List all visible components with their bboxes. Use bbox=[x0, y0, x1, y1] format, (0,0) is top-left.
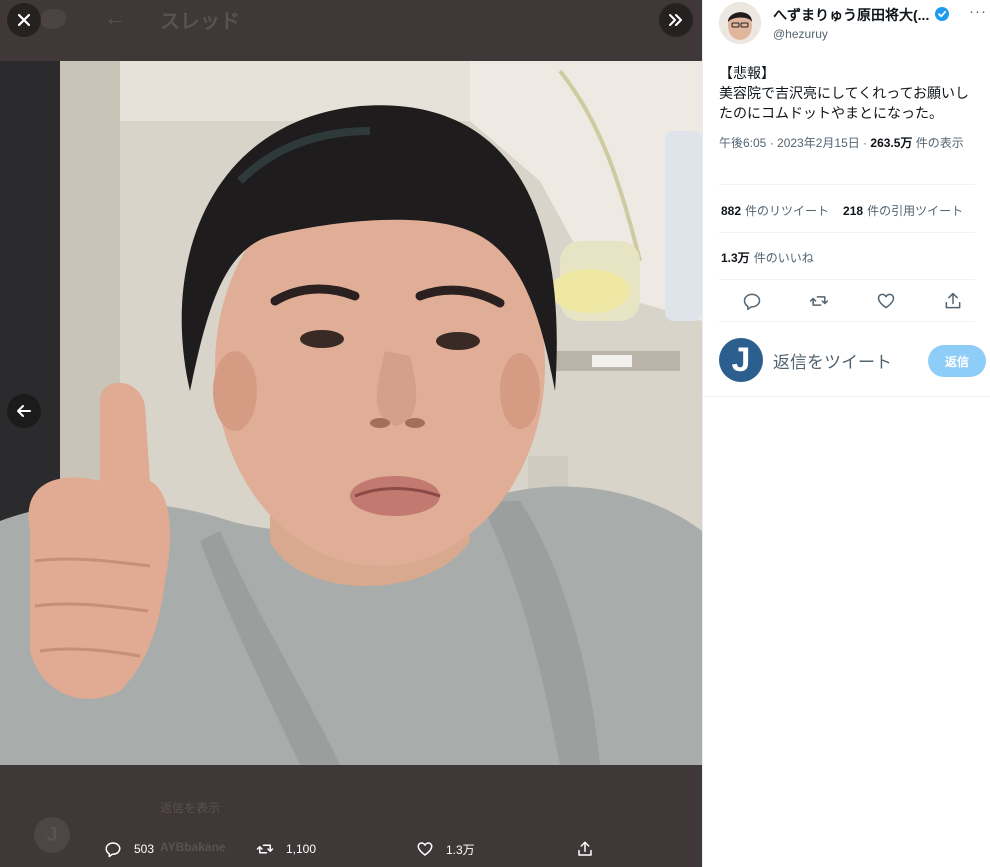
quotes-label: 件の引用ツイート bbox=[867, 204, 964, 218]
tweet-text-line: 美容院で吉沢亮にしてくれってお願いしたのにコムドットやまとになった。 bbox=[719, 85, 970, 121]
background-back-arrow: ← bbox=[104, 5, 126, 30]
more-options-icon[interactable]: ··· bbox=[969, 3, 987, 20]
close-viewer-button[interactable] bbox=[7, 3, 41, 37]
reply-icon bbox=[743, 293, 761, 311]
tweet-text-line: 【悲報】 bbox=[719, 65, 775, 81]
reply-submit-button[interactable]: 返信 bbox=[928, 345, 986, 377]
verified-badge-icon bbox=[935, 7, 949, 21]
double-chevron-right-icon bbox=[669, 14, 682, 26]
like-button[interactable] bbox=[876, 291, 896, 311]
tweet-action-bar bbox=[719, 288, 975, 314]
media-reply-button[interactable]: 503 bbox=[104, 840, 154, 858]
twitter-bird-icon bbox=[40, 9, 66, 29]
retweet-icon bbox=[256, 844, 274, 854]
heart-icon bbox=[417, 842, 433, 856]
arrow-left-icon bbox=[17, 405, 31, 417]
retweets-stat[interactable]: 882 件のリツイート bbox=[721, 204, 829, 218]
tweet-photo bbox=[0, 61, 702, 765]
tweet-detail-panel: へずまりゅう原田将大(... @hezuruy ··· 【悲報】 美容院で吉沢亮… bbox=[702, 0, 990, 867]
media-retweet-button[interactable]: 1,100 bbox=[256, 840, 316, 858]
author-handle[interactable]: @hezuruy bbox=[773, 27, 828, 41]
reply-input[interactable]: 返信をツイート bbox=[773, 348, 913, 373]
tweet-meta: 午後6:05 · 2023年2月15日 · 263.5万 件の表示 bbox=[719, 134, 981, 153]
retweets-count: 882 bbox=[721, 204, 742, 218]
divider bbox=[719, 279, 975, 280]
background-thread-title: スレッド bbox=[160, 11, 240, 33]
divider bbox=[703, 396, 990, 397]
author-display-name[interactable]: へずまりゅう原田将大(... bbox=[773, 5, 929, 25]
media-action-bar: 503 1,100 1.3万 bbox=[0, 830, 702, 867]
retweet-icon bbox=[809, 296, 829, 306]
stats-likes-row: 1.3万 件のいいね bbox=[721, 249, 814, 266]
retweet-button[interactable] bbox=[809, 291, 829, 311]
likes-label: 件のいいね bbox=[753, 251, 814, 265]
stats-retweets-row: 882 件のリツイート 218 件の引用ツイート bbox=[721, 202, 963, 219]
expand-thread-button[interactable] bbox=[659, 3, 693, 37]
share-icon bbox=[945, 292, 961, 309]
media-reply-count: 503 bbox=[134, 842, 155, 856]
tweet-timestamp[interactable]: 午後6:05 · 2023年2月15日 · bbox=[719, 136, 870, 150]
heart-icon bbox=[877, 293, 895, 309]
media-viewer: ← スレッド 返信を表示 J AYBbakane 503 1,100 1.3万 bbox=[0, 0, 702, 867]
media-retweet-count: 1,100 bbox=[286, 842, 317, 856]
tweet-views-label: 件の表示 bbox=[912, 136, 964, 150]
reply-button[interactable] bbox=[742, 291, 762, 311]
media-like-button[interactable]: 1.3万 bbox=[416, 840, 475, 858]
quotes-stat[interactable]: 218 件の引用ツイート bbox=[843, 204, 963, 218]
background-ghost-line: 返信を表示 bbox=[160, 801, 221, 815]
current-user-avatar[interactable]: J bbox=[719, 338, 763, 382]
close-icon bbox=[17, 13, 31, 27]
media-share-button[interactable] bbox=[576, 840, 606, 858]
media-like-count: 1.3万 bbox=[446, 842, 475, 857]
share-icon bbox=[578, 841, 592, 856]
divider bbox=[719, 321, 975, 322]
reply-icon bbox=[105, 842, 121, 858]
background-thread-header: ← スレッド bbox=[0, 0, 702, 60]
likes-stat[interactable]: 1.3万 件のいいね bbox=[721, 251, 814, 265]
tweet-views-count: 263.5万 bbox=[870, 136, 913, 150]
previous-media-button[interactable] bbox=[7, 394, 41, 428]
likes-count: 1.3万 bbox=[721, 251, 750, 265]
retweets-label: 件のリツイート bbox=[745, 204, 830, 218]
share-button[interactable] bbox=[943, 291, 963, 311]
tweet-text: 【悲報】 美容院で吉沢亮にしてくれってお願いしたのにコムドットやまとになった。 bbox=[719, 63, 981, 123]
quotes-count: 218 bbox=[843, 204, 864, 218]
divider bbox=[719, 184, 975, 185]
author-avatar[interactable] bbox=[719, 2, 761, 44]
divider bbox=[719, 232, 975, 233]
